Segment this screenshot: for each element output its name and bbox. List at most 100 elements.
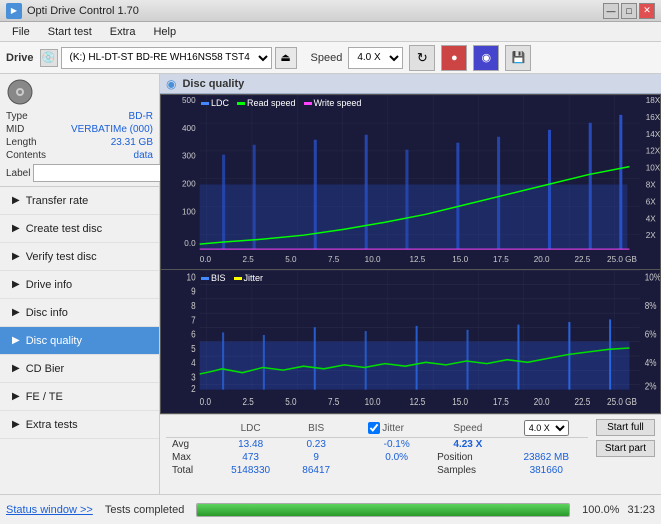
eject-button[interactable]: ⏏ (275, 47, 297, 69)
maximize-button[interactable]: □ (621, 3, 637, 19)
fe-te-icon: ▶ (12, 391, 20, 402)
speed-select[interactable]: 4.0 X (348, 47, 403, 69)
svg-text:12.5: 12.5 (409, 255, 425, 264)
close-button[interactable]: ✕ (639, 3, 655, 19)
disc-label-input[interactable] (33, 164, 171, 182)
menu-extra[interactable]: Extra (102, 24, 144, 40)
col-speed-select[interactable]: 4.0 X (505, 419, 588, 438)
sidebar-item-disc-info[interactable]: ▶ Disc info (0, 299, 159, 327)
refresh-button[interactable]: ↻ (409, 45, 435, 71)
svg-text:8%: 8% (645, 300, 657, 311)
disc-contents-value: data (134, 150, 153, 161)
read-speed-color-dot (237, 102, 245, 105)
disc-quality-panel-icon: ◉ (166, 77, 176, 91)
sidebar-item-disc-quality[interactable]: ▶ Disc quality (0, 327, 159, 355)
title-bar-left: ▶ Opti Drive Control 1.70 (6, 3, 139, 19)
svg-text:2%: 2% (645, 381, 657, 392)
svg-text:0.0: 0.0 (200, 396, 211, 407)
status-window-button[interactable]: Status window >> (6, 504, 93, 516)
jitter-checkbox[interactable] (368, 422, 380, 434)
title-bar: ▶ Opti Drive Control 1.70 — □ ✕ (0, 0, 661, 22)
svg-text:20.0: 20.0 (534, 255, 550, 264)
svg-text:14X: 14X (646, 130, 660, 139)
sidebar-item-create-test-disc[interactable]: ▶ Create test disc (0, 215, 159, 243)
total-bis: 86417 (287, 464, 345, 477)
svg-text:2: 2 (191, 383, 196, 394)
menu-file[interactable]: File (4, 24, 38, 40)
disc-label-label: Label (6, 168, 30, 179)
disc-type-value: BD-R (129, 111, 153, 122)
extra-tests-icon: ▶ (12, 419, 20, 430)
svg-text:8X: 8X (646, 181, 657, 190)
svg-text:17.5: 17.5 (493, 255, 509, 264)
svg-text:6X: 6X (646, 197, 657, 206)
col-speed: Speed (431, 419, 505, 438)
legend-read-speed: Read speed (237, 98, 296, 108)
sidebar-item-verify-test-disc[interactable]: ▶ Verify test disc (0, 243, 159, 271)
svg-text:400: 400 (182, 124, 196, 133)
svg-text:0.0: 0.0 (184, 239, 196, 248)
col-jitter: Jitter (362, 419, 431, 438)
svg-text:22.5: 22.5 (574, 396, 590, 407)
col-ldc: LDC (214, 419, 288, 438)
svg-text:6%: 6% (645, 329, 657, 340)
disc-label-row: Label ✎ (6, 164, 153, 182)
start-part-button[interactable]: Start part (596, 440, 655, 457)
sidebar-item-transfer-rate[interactable]: ▶ Transfer rate (0, 187, 159, 215)
svg-text:4%: 4% (645, 357, 657, 368)
stats-row-avg: Avg 13.48 0.23 -0.1% 4.23 X (166, 438, 588, 452)
drive-bar: Drive 💿 (K:) HL-DT-ST BD-RE WH16NS58 TST… (0, 42, 661, 74)
stats-row-max: Max 473 9 0.0% Position 23862 MB (166, 451, 588, 464)
col-spacer (345, 419, 362, 438)
minimize-button[interactable]: — (603, 3, 619, 19)
drive-select[interactable]: (K:) HL-DT-ST BD-RE WH16NS58 TST4 (61, 47, 272, 69)
svg-text:200: 200 (182, 180, 196, 189)
disc-mid-value: VERBATIMe (000) (71, 124, 153, 135)
svg-text:2.5: 2.5 (242, 255, 254, 264)
progress-label: 100.0% (582, 504, 619, 516)
speed-target-select[interactable]: 4.0 X (524, 420, 569, 436)
legend-bis: BIS (201, 273, 226, 283)
bottom-chart-svg: 10 9 8 7 6 5 4 3 2 10% 8% 6% 4% 2% 0.0 (161, 270, 660, 413)
svg-text:12.5: 12.5 (409, 396, 425, 407)
svg-text:7.5: 7.5 (328, 255, 340, 264)
svg-text:8: 8 (191, 300, 196, 311)
media-button[interactable]: ● (441, 45, 467, 71)
disc-mid-row: MID VERBATIMe (000) (6, 123, 153, 136)
svg-text:300: 300 (182, 152, 196, 161)
save-button[interactable]: 💾 (505, 45, 531, 71)
menu-start-test[interactable]: Start test (40, 24, 100, 40)
max-bis: 9 (287, 451, 345, 464)
media2-button[interactable]: ◉ (473, 45, 499, 71)
disc-length-label: Length (6, 137, 37, 148)
avg-label: Avg (166, 438, 214, 452)
jitter-color-dot (234, 277, 242, 280)
title-bar-controls: — □ ✕ (603, 3, 655, 19)
svg-text:4: 4 (191, 357, 196, 368)
sidebar-item-cd-bier[interactable]: ▶ CD Bier (0, 355, 159, 383)
svg-text:18X: 18X (646, 96, 660, 105)
col-bis: BIS (287, 419, 345, 438)
avg-ldc: 13.48 (214, 438, 288, 452)
stats-data-table: LDC BIS Jitter Speed (166, 419, 588, 477)
svg-text:5.0: 5.0 (285, 255, 297, 264)
stats-table: LDC BIS Jitter Speed (166, 419, 588, 490)
max-label: Max (166, 451, 214, 464)
disc-length-row: Length 23.31 GB (6, 136, 153, 149)
write-speed-color-dot (304, 102, 312, 105)
drive-select-wrapper: 💿 (K:) HL-DT-ST BD-RE WH16NS58 TST4 ⏏ (40, 47, 297, 69)
sidebar-item-fe-te[interactable]: ▶ FE / TE (0, 383, 159, 411)
app-title: Opti Drive Control 1.70 (27, 5, 139, 17)
svg-text:20.0: 20.0 (534, 396, 550, 407)
cd-bier-icon: ▶ (12, 363, 20, 374)
create-test-disc-icon: ▶ (12, 223, 20, 234)
status-bar: Status window >> Tests completed 100.0% … (0, 494, 661, 524)
svg-text:15.0: 15.0 (452, 396, 468, 407)
sidebar-item-extra-tests[interactable]: ▶ Extra tests (0, 411, 159, 439)
start-full-button[interactable]: Start full (596, 419, 655, 436)
menu-help[interactable]: Help (145, 24, 184, 40)
svg-text:7.5: 7.5 (328, 396, 339, 407)
sidebar-item-drive-info[interactable]: ▶ Drive info (0, 271, 159, 299)
charts-area: LDC Read speed Write speed (160, 94, 661, 414)
svg-text:5: 5 (191, 343, 196, 354)
